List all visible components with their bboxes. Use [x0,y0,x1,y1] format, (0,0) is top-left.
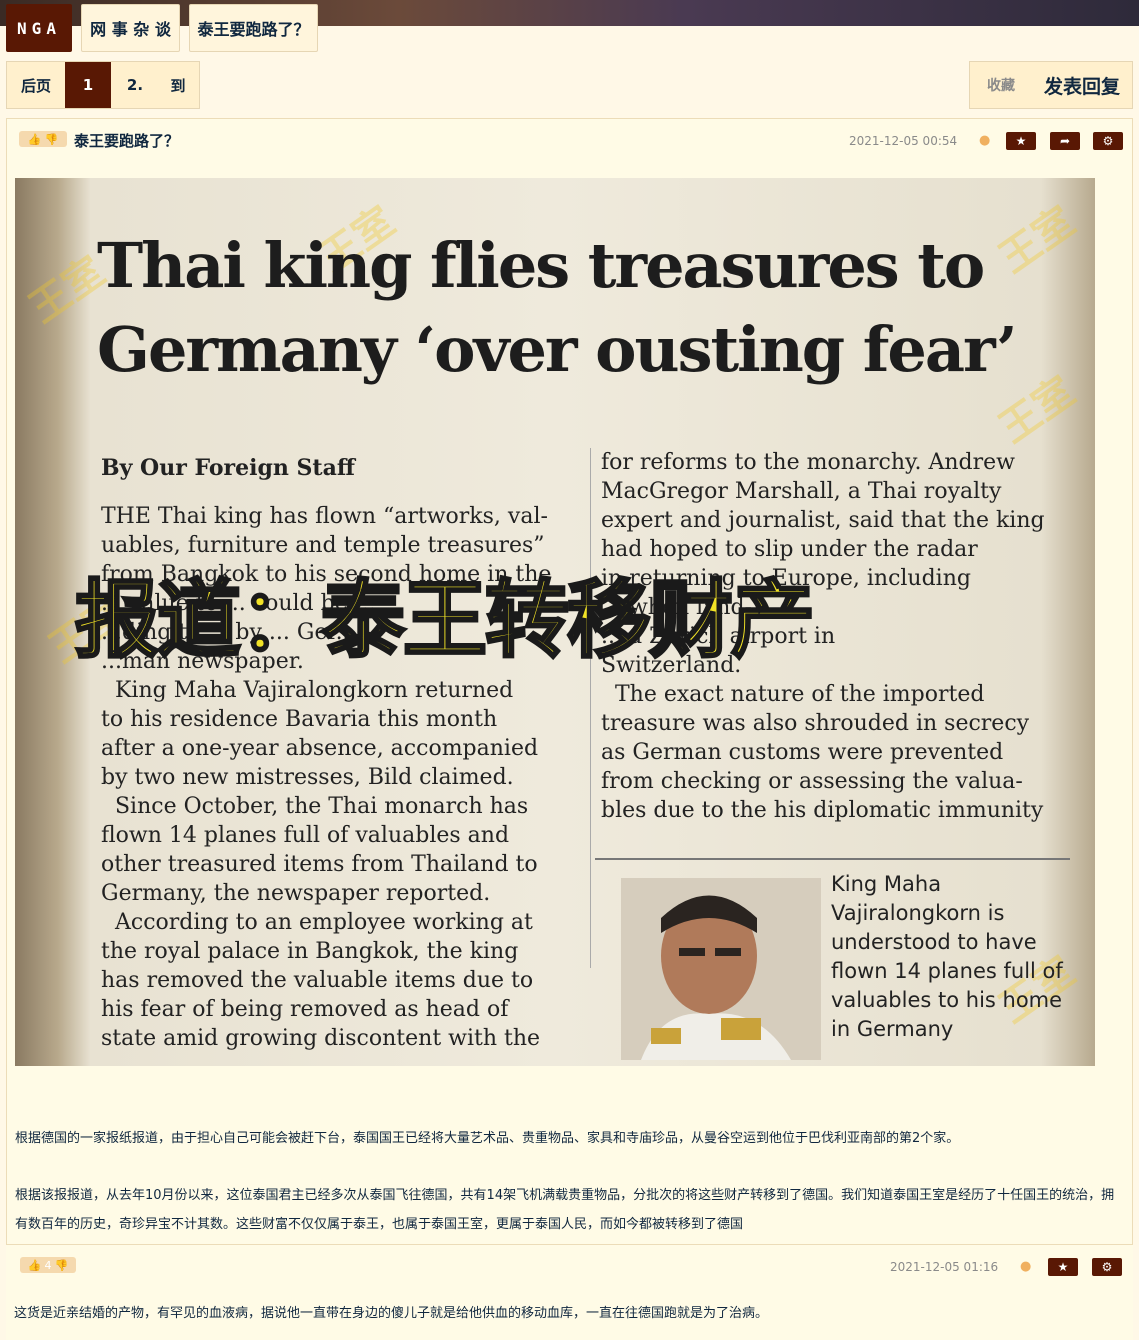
newspaper-line: for reforms to the monarchy. Andrew [601,450,1015,475]
newspaper-line: expert and journalist, said that the kin… [601,508,1045,533]
reply-vote-buttons[interactable]: 👍 4 👎 [20,1257,76,1273]
share-icon[interactable]: ➦ [1050,132,1080,150]
column-divider [590,448,591,968]
gear-icon[interactable]: ⚙ [1093,132,1123,150]
newspaper-line: THE Thai king has flown “artworks, val- [101,504,548,529]
headline-line-2: Germany ‘over ousting fear’ [97,313,1018,386]
thumbs-up-icon[interactable]: 👍 [28,1259,42,1272]
star-icon[interactable]: ★ [1048,1258,1078,1276]
newspaper-line: after a one-year absence, accompanied [101,736,539,761]
reply-vote-count: 4 [44,1258,52,1272]
newspaper-line: from checking or assessing the valua- [601,769,1023,794]
newspaper-line: flown 14 planes full of valuables and [101,823,510,848]
breadcrumb-thread[interactable]: 泰王要跑路了？ [189,4,318,52]
newspaper-line: MacGregor Marshall, a Thai royalty [601,479,1002,504]
goto-page-button[interactable]: 到 [159,62,197,108]
newspaper-line: According to an employee working at [101,910,533,935]
thumbs-down-icon[interactable]: 👎 [45,133,59,146]
newspaper-line: The exact nature of the imported [601,682,985,707]
prev-page-button[interactable]: 后页 [7,62,65,108]
newspaper-line: Germany, the newspaper reported. [101,881,491,906]
thumbs-down-icon[interactable]: 👎 [55,1259,69,1272]
newspaper-image: 王室 王室 王室 王室 王室 王室 Thai king flies treasu… [15,178,1095,1066]
photo-caption: King Maha Vajiralongkorn is understood t… [831,872,1063,1041]
post-timestamp: 2021-12-05 00:54 [849,134,958,148]
thumbs-up-icon[interactable]: 👍 [28,133,42,146]
headline-line-1: Thai king flies treasures to [97,229,985,302]
newspaper-line: state amid growing discontent with the [101,1026,541,1051]
breadcrumb-forum[interactable]: 网 事 杂 谈 [81,4,180,52]
pagination: 后页 1 2. 到 [6,61,200,109]
portrait-figure [621,878,821,1060]
newspaper-line: by two new mistresses, Bild claimed. [101,765,514,790]
vote-buttons[interactable]: 👍 👎 [19,131,67,147]
like-icon[interactable]: ● [1020,1259,1031,1274]
like-icon[interactable]: ● [979,133,990,148]
page-1-button[interactable]: 1 [65,62,111,108]
favorite-button[interactable]: 收藏 [970,75,1032,95]
thread-actions: 收藏 发表回复 [969,61,1133,109]
newspaper-line: other treasured items from Thailand to [101,852,538,877]
left-column: By Our Foreign Staff THE Thai king has f… [101,454,581,1053]
reply-post: 👍 4 👎 2021-12-05 01:16 ● ★ ⚙ 这货是近亲结婚的产物，有罕… [6,1244,1133,1340]
newspaper-line: had hoped to slip under the radar [601,537,978,562]
newspaper-line: as German customs were prevented [601,740,1004,765]
overlay-caption: 报道：泰王转移财产 [74,570,817,671]
caption-rule [595,858,1070,860]
newspaper-line: uables, furniture and temple treasures” [101,533,545,558]
nga-logo[interactable]: NGA [6,4,72,52]
newspaper-line: to his residence Bavaria this month [101,707,498,732]
newspaper-line: the royal palace in Bangkok, the king [101,939,519,964]
page-2-button[interactable]: 2. [111,62,159,108]
byline: By Our Foreign Staff [101,455,355,481]
reply-timestamp: 2021-12-05 01:16 [890,1260,999,1274]
newspaper-line: has removed the valuable items due to [101,968,534,993]
post-title: 泰王要跑路了？ [74,132,180,150]
gear-icon[interactable]: ⚙ [1092,1258,1122,1276]
newspaper-line: treasure was also shrouded in secrecy [601,711,1030,736]
reply-text: 这货是近亲结婚的产物，有罕见的血液病，据说他一直带在身边的傻儿子就是给他供血的移… [14,1306,769,1321]
post-reply-button[interactable]: 发表回复 [1032,72,1132,99]
king-portrait [621,878,821,1060]
newspaper-line: Since October, the Thai monarch has [101,794,529,819]
newspaper-line: his fear of being removed as head of [101,997,509,1022]
newspaper-line: King Maha Vajiralongkorn returned [101,678,514,703]
post-paragraph-2: 根据该报报道，从去年10月份以来，这位泰国君主已经多次从泰国飞往德国，共有14架… [15,1188,1115,1232]
main-post: 👍 👎 泰王要跑路了？ 2021-12-05 00:54 ● ★ ➦ ⚙ 王室 王… [6,118,1133,1339]
newspaper-line: bles due to the his diplomatic immunity [601,798,1044,823]
newspaper-headline: Thai king flies treasures to Germany ‘ov… [97,224,1057,392]
post-paragraph-1: 根据德国的一家报纸报道，由于担心自己可能会被赶下台，泰国国王已经将大量艺术品、贵… [15,1131,960,1146]
star-icon[interactable]: ★ [1006,132,1036,150]
